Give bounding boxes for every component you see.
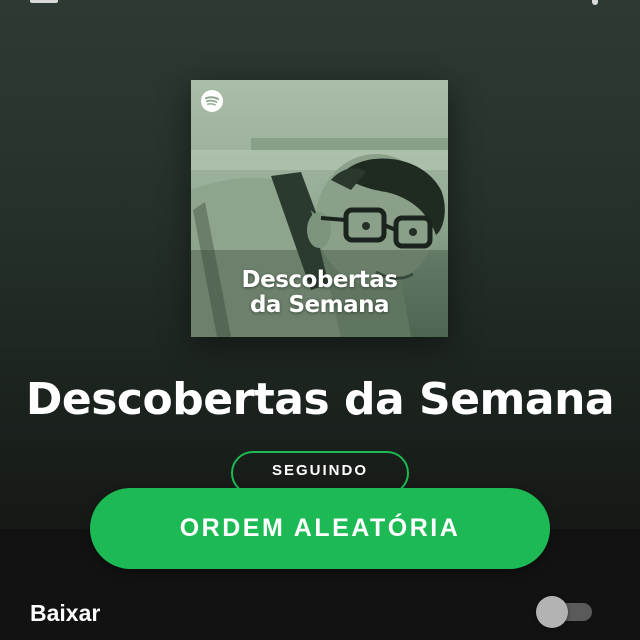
following-button-label: SEGUINDO	[271, 462, 368, 479]
shuffle-play-button[interactable]: ORDEM ALEATÓRIA	[90, 488, 550, 569]
playlist-cover-art: Descobertas da Semana	[191, 80, 448, 337]
cover-title: Descobertas da Semana	[191, 268, 448, 318]
more-options-icon[interactable]	[592, 0, 598, 5]
cover-title-line-1: Descobertas	[241, 267, 398, 293]
download-toggle-thumb	[536, 596, 568, 628]
status-bar-fragment	[30, 0, 58, 3]
cover-title-line-2: da Semana	[249, 292, 390, 318]
download-label: Baixar	[30, 600, 101, 626]
playlist-title: Descobertas da Semana	[25, 374, 615, 425]
download-toggle[interactable]	[536, 596, 594, 628]
spotify-icon	[201, 90, 223, 112]
